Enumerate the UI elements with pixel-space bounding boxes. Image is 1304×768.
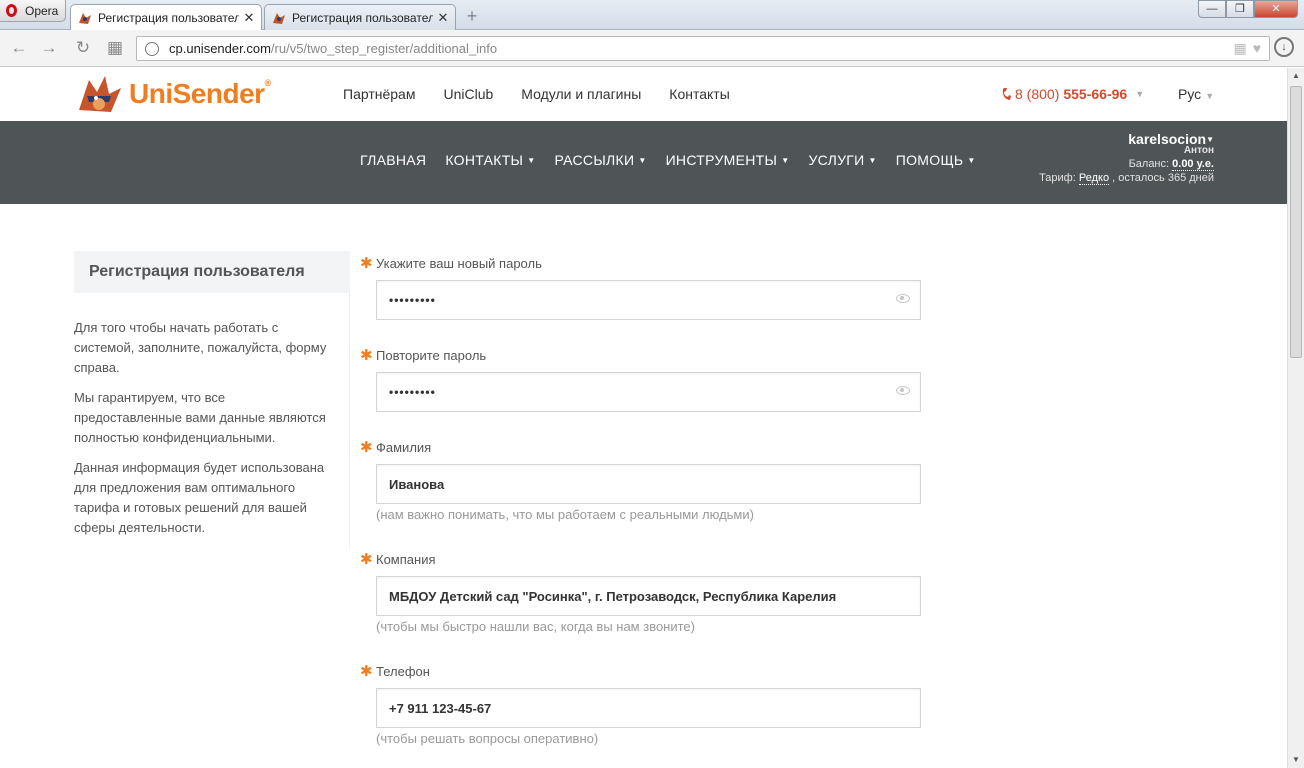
new-password-input[interactable]: ••••••••• [376, 280, 921, 320]
top-nav: Партнёрам UniClub Модули и плагины Конта… [343, 86, 730, 102]
browser-tab-active[interactable]: Регистрация пользователя ✕ [70, 4, 262, 30]
main-nav-bar: ГЛАВНАЯ КОНТАКТЫ ▼ РАССЫЛКИ ▼ ИНСТРУМЕНТЫ ▼… [0, 121, 1287, 204]
sidebar-paragraph: Данная информация будет использована для… [74, 460, 325, 535]
required-asterisk-icon: ✱ [360, 347, 373, 364]
downloads-icon[interactable]: ↓ [1274, 37, 1294, 57]
sidebar-description: Для того чтобы начать работать с системо… [74, 318, 336, 548]
surname-input[interactable]: Иванова [376, 464, 921, 504]
sidebar-paragraph: Для того чтобы начать работать с системо… [74, 320, 327, 375]
repeat-password-label: ✱ Повторите пароль [360, 347, 487, 364]
close-window-button[interactable]: ✕ [1254, 0, 1298, 18]
phone-prefix: 8 (800) [1015, 86, 1060, 102]
caret-down-icon: ▼ [868, 156, 877, 165]
required-asterisk-icon: ✱ [360, 255, 373, 272]
caret-down-icon: ▼ [781, 156, 790, 165]
account-user-name: Антон [1183, 145, 1214, 156]
company-input[interactable]: МБДОУ Детский сад "Росинка", г. Петрозав… [376, 576, 921, 616]
sidebar-paragraph: Мы гарантируем, что все предоставленные … [74, 390, 326, 445]
unisender-favicon-icon [77, 10, 93, 26]
back-arrow-icon[interactable]: ← [8, 37, 30, 59]
top-nav-modules[interactable]: Модули и плагины [521, 86, 641, 102]
top-nav-contacts[interactable]: Контакты [669, 86, 729, 102]
account-panel: karelsocion▼ Антон Баланс: 0.00 у.е. Тар… [1039, 131, 1214, 185]
phone-label: ✱ Телефон [360, 663, 430, 680]
required-asterisk-icon: ✱ [360, 439, 373, 456]
address-bar-actions: ▦ ♥ [1233, 40, 1261, 57]
surname-hint: (нам важно понимать, что мы работаем с р… [376, 507, 754, 522]
language-select[interactable]: Рус ▼ [1178, 86, 1214, 102]
menu-item-campaigns[interactable]: РАССЫЛКИ ▼ [554, 152, 646, 168]
unisender-favicon-icon [271, 10, 287, 26]
support-phone[interactable]: 8 (800) 555-66-96 ▼ [1002, 86, 1144, 102]
tab-label: Регистрация пользователя [292, 10, 433, 25]
scrollbar-thumb[interactable] [1290, 86, 1302, 358]
site-top-bar: UniSender® Партнёрам UniClub Модули и пл… [0, 68, 1287, 121]
language-label: Рус [1178, 86, 1202, 102]
web-page: UniSender® Партнёрам UniClub Модули и пл… [0, 68, 1287, 768]
top-nav-partners[interactable]: Партнёрам [343, 86, 415, 102]
unisender-logo[interactable]: UniSender® [75, 74, 271, 114]
window-controls: — ❐ ✕ [1198, 0, 1298, 18]
new-tab-plus-icon[interactable]: + [462, 6, 482, 26]
required-asterisk-icon: ✱ [360, 663, 373, 680]
scroll-down-arrow-icon[interactable]: ▼ [1288, 752, 1304, 768]
phone-number: 555-66-96 [1063, 86, 1128, 102]
tab-close-icon[interactable]: ✕ [243, 10, 255, 26]
logo-wordmark: UniSender® [129, 78, 271, 109]
show-password-eye-icon[interactable] [896, 294, 910, 303]
company-label: ✱ Компания [360, 551, 436, 568]
opera-label: Opera [25, 3, 59, 18]
surname-label: ✱ Фамилия [360, 439, 432, 456]
menu-item-contacts[interactable]: КОНТАКТЫ ▼ [445, 152, 535, 168]
account-balance: Баланс: 0.00 у.е. [1128, 158, 1214, 171]
grid-icon[interactable]: ▦ [1233, 40, 1246, 57]
menu-item-home[interactable]: ГЛАВНАЯ [360, 152, 426, 168]
top-nav-uniclub[interactable]: UniClub [443, 86, 493, 102]
required-asterisk-icon: ✱ [360, 551, 373, 568]
browser-tab-strip: Opera Регистрация пользователя ✕ Регистр… [0, 0, 1304, 30]
url-path: /ru/v5/two_step_register/additional_info [270, 41, 498, 56]
sidebar-title: Регистрация пользователя [74, 251, 350, 293]
menu-item-services[interactable]: УСЛУГИ ▼ [808, 152, 876, 168]
phone-hint: (чтобы решать вопросы оперативно) [376, 731, 599, 746]
company-hint: (чтобы мы быстро нашли вас, когда вы нам… [376, 619, 695, 634]
chevron-down-icon: ▼ [1135, 89, 1145, 99]
reload-icon[interactable]: ↻ [72, 37, 94, 59]
caret-down-icon: ▼ [967, 156, 976, 165]
caret-down-icon: ▼ [527, 156, 536, 165]
speed-dial-grid-icon[interactable]: ▦ [104, 37, 126, 59]
caret-down-icon: ▼ [1206, 135, 1214, 144]
chevron-down-icon: ▼ [1205, 91, 1215, 101]
heart-bookmark-icon[interactable]: ♥ [1253, 40, 1261, 57]
browser-tab-inactive[interactable]: Регистрация пользователя ✕ [264, 4, 456, 30]
browser-toolbar: ← → ↻ ▦ cp.unisender.com/ru/v5/two_step_… [0, 30, 1304, 67]
site-info-globe-icon[interactable] [145, 41, 159, 56]
menu-item-help[interactable]: ПОМОЩЬ ▼ [896, 152, 976, 168]
opera-menu-button[interactable]: Opera [0, 0, 66, 22]
restore-window-button[interactable]: ❐ [1226, 0, 1254, 18]
minimize-window-button[interactable]: — [1198, 0, 1226, 18]
main-menu: ГЛАВНАЯ КОНТАКТЫ ▼ РАССЫЛКИ ▼ ИНСТРУМЕНТЫ ▼… [360, 152, 976, 168]
phone-icon [1002, 88, 1011, 100]
scroll-up-arrow-icon[interactable]: ▲ [1288, 68, 1304, 84]
caret-down-icon: ▼ [638, 156, 647, 165]
repeat-password-input[interactable]: ••••••••• [376, 372, 921, 412]
address-bar[interactable]: cp.unisender.com/ru/v5/two_step_register… [136, 36, 1270, 61]
account-tariff: Тариф: Редко , осталось 365 дней [1039, 172, 1214, 185]
opera-logo-icon [6, 4, 17, 17]
page-scrollbar[interactable]: ▲ ▼ [1287, 68, 1304, 768]
show-password-eye-icon[interactable] [896, 386, 910, 395]
forward-arrow-icon[interactable]: → [38, 37, 60, 59]
new-password-label: ✱ Укажите ваш новый пароль [360, 255, 542, 272]
menu-item-tools[interactable]: ИНСТРУМЕНТЫ ▼ [666, 152, 790, 168]
tariff-link[interactable]: Редко [1078, 172, 1110, 185]
url-host: cp.unisender.com [169, 41, 271, 56]
balance-value-link[interactable]: 0.00 у.е. [1172, 158, 1214, 171]
phone-input[interactable]: +7 911 123-45-67 [376, 688, 921, 728]
tab-label: Регистрация пользователя [98, 10, 239, 25]
tab-close-icon[interactable]: ✕ [437, 10, 449, 26]
unisender-mascot-icon [79, 76, 121, 112]
